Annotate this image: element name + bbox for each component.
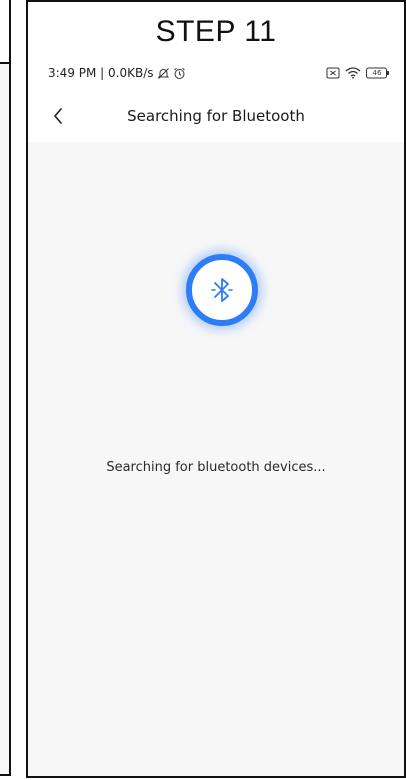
alarm-icon bbox=[173, 67, 186, 80]
mute-icon bbox=[157, 67, 170, 80]
bluetooth-icon bbox=[211, 278, 233, 302]
main-content: Searching for bluetooth devices... bbox=[28, 142, 404, 776]
wifi-icon bbox=[345, 67, 361, 79]
adjacent-panel-header bbox=[0, 0, 9, 64]
sim-icon bbox=[326, 67, 340, 79]
adjacent-screenshot-panel bbox=[0, 0, 11, 776]
battery-level-text: 46 bbox=[372, 69, 382, 77]
status-left-group: 3:49 PM | 0.0KB/s bbox=[48, 66, 186, 80]
nav-bar: Searching for Bluetooth bbox=[28, 98, 404, 134]
page: STEP 11 3:49 PM | 0.0KB/s 46 Searching f… bbox=[0, 0, 406, 780]
step-label: STEP 11 bbox=[155, 15, 277, 48]
battery-icon: 46 bbox=[366, 67, 390, 79]
bluetooth-scan-indicator bbox=[186, 254, 258, 326]
phone-screenshot-frame: STEP 11 3:49 PM | 0.0KB/s 46 Searching f… bbox=[26, 0, 406, 778]
searching-status-text: Searching for bluetooth devices... bbox=[106, 460, 326, 475]
status-bar: 3:49 PM | 0.0KB/s 46 bbox=[48, 62, 390, 84]
status-time-info: 3:49 PM | 0.0KB/s bbox=[48, 66, 154, 80]
page-title: Searching for Bluetooth bbox=[127, 107, 305, 125]
status-right-group: 46 bbox=[326, 67, 390, 79]
